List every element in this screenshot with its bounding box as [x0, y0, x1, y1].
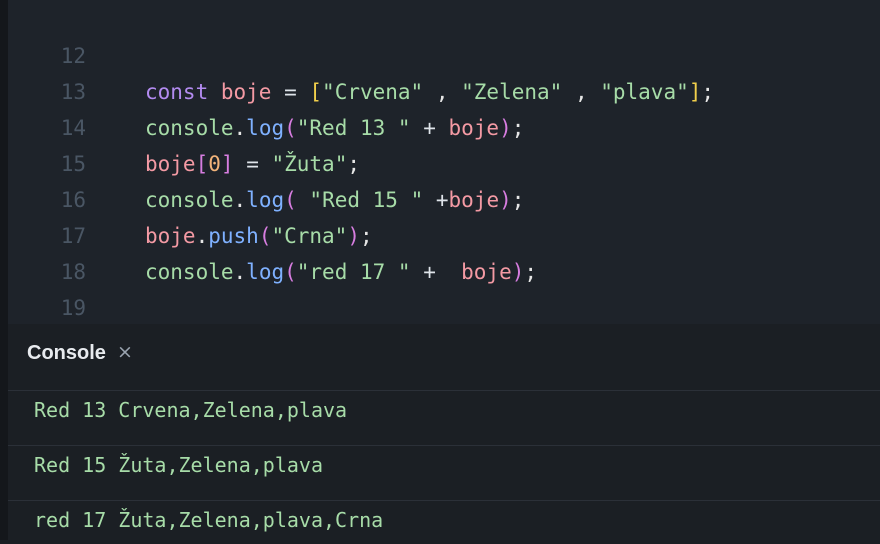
code-line-16[interactable]: 16 boje.push("Crna");	[8, 146, 880, 248]
line-number: 19	[60, 296, 86, 320]
code-line-18[interactable]: 18	[8, 218, 880, 284]
console-output-row: Red 15 Žuta,Zelena,plava	[8, 445, 880, 489]
close-icon[interactable]: ×	[117, 341, 133, 363]
console-output-row: red 17 Žuta,Zelena,plava,Crna	[8, 500, 880, 544]
code-line-19[interactable]: 19	[8, 254, 880, 320]
console-output-text: Red 13 Crvena,Zelena,plava	[34, 398, 348, 422]
gutter-edge	[0, 0, 8, 540]
console-output-row: Red 13 Crvena,Zelena,plava	[8, 390, 880, 434]
console-header: Console ×	[8, 324, 880, 390]
console-panel: Console × Red 13 Crvena,Zelena,plava Red…	[8, 324, 880, 540]
console-output-text: Red 15 Žuta,Zelena,plava	[34, 453, 323, 477]
code-line-15[interactable]: 15 console.log( "Red 15 " +boje);	[8, 110, 880, 212]
code-line-14[interactable]: 14 boje[0] = "Žuta";	[8, 74, 880, 176]
console-output-text: red 17 Žuta,Zelena,plava,Crna	[34, 508, 384, 532]
code-line-17[interactable]: 17 console.log("red 17 " + boje);	[8, 182, 880, 284]
code-line-12[interactable]: 12 const boje = ["Crvena" , "Zelena" , "…	[8, 2, 880, 104]
code-line-13[interactable]: 13 console.log("Red 13 " + boje);	[8, 38, 880, 140]
console-title: Console	[27, 342, 106, 364]
code-editor[interactable]: 12 const boje = ["Crvena" , "Zelena" , "…	[8, 0, 880, 324]
